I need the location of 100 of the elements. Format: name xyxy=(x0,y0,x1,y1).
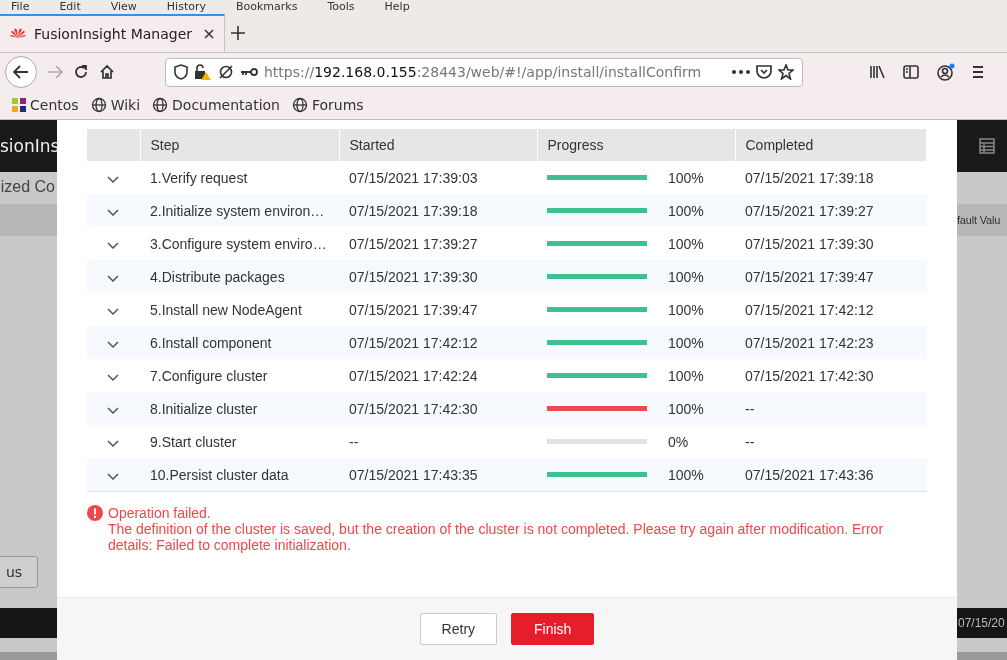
time-cell: 07/15/2021 17:43:35 xyxy=(339,458,537,492)
percent-text: 100% xyxy=(668,202,704,219)
percent-text: 100% xyxy=(668,268,704,285)
star-icon[interactable] xyxy=(778,64,794,80)
column-header: Completed xyxy=(735,129,927,161)
step-cell: 3.Configure system enviro… xyxy=(140,227,339,260)
column-header: Progress xyxy=(537,129,735,161)
time-cell: 07/15/2021 17:42:23 xyxy=(735,326,927,359)
step-cell: 1.Verify request xyxy=(140,161,339,194)
time-cell: 07/15/2021 17:39:27 xyxy=(735,194,927,227)
time-cell: 07/15/2021 17:42:12 xyxy=(735,293,927,326)
bookmark-link[interactable]: Centos xyxy=(30,97,79,113)
percent-text: 100% xyxy=(668,301,704,318)
menu-item[interactable]: Tools xyxy=(327,0,355,14)
tab-title: FusionInsight Manager xyxy=(34,26,194,42)
step-cell: 6.Install component xyxy=(140,326,339,359)
pocket-icon[interactable] xyxy=(756,65,772,79)
menu-item[interactable]: Help xyxy=(384,0,410,14)
error-icon xyxy=(87,505,103,521)
time-cell: 07/15/2021 17:39:30 xyxy=(735,227,927,260)
time-cell: 07/15/2021 17:42:30 xyxy=(339,392,537,425)
time-cell: -- xyxy=(339,425,537,458)
retry-button[interactable]: Retry xyxy=(419,613,498,645)
chevron-down-icon[interactable] xyxy=(107,307,119,315)
error-title: Operation failed. xyxy=(108,505,212,521)
plus-icon[interactable] xyxy=(231,26,245,40)
time-cell: 07/15/2021 17:39:18 xyxy=(735,161,927,194)
time-cell: 07/15/2021 17:39:03 xyxy=(339,161,537,194)
url-text: https://192.168.0.155:28443/web/#!/app/install/installConfirm xyxy=(264,64,703,80)
percent-text: 100% xyxy=(668,466,704,483)
table-icon[interactable] xyxy=(979,138,995,154)
reload-icon[interactable] xyxy=(73,64,89,80)
background-button[interactable]: us xyxy=(0,556,38,588)
chevron-down-icon[interactable] xyxy=(107,208,119,216)
step-cell: 8.Initialize cluster xyxy=(140,392,339,425)
library-icon[interactable] xyxy=(869,65,885,79)
column-header: fault Valu xyxy=(957,214,1001,226)
step-cell: 10.Persist cluster data xyxy=(140,458,339,492)
more-icon[interactable] xyxy=(732,70,750,74)
menu-item[interactable]: View xyxy=(110,0,137,14)
globe-icon xyxy=(292,97,308,113)
time-cell: 07/15/2021 17:42:12 xyxy=(339,326,537,359)
globe-icon xyxy=(152,97,169,113)
percent-text: 100% xyxy=(668,400,704,417)
key-icon xyxy=(240,67,258,77)
chevron-down-icon[interactable] xyxy=(107,274,119,282)
chevron-down-icon[interactable] xyxy=(107,373,119,381)
bookmark-link[interactable]: Wiki xyxy=(110,97,141,113)
time-cell: 07/15/2021 17:39:47 xyxy=(735,260,927,293)
flower-icon xyxy=(12,98,26,112)
percent-text: 100% xyxy=(668,169,704,186)
back-button[interactable] xyxy=(5,56,37,88)
browser-tab[interactable]: FusionInsight Manager xyxy=(0,14,225,52)
error-message: The definition of the cluster is saved, but the creation of the cluster is not completed. Please try again after modification. Error details: Failed to complete initialization. xyxy=(108,521,885,553)
time-cell: 07/15/2021 17:42:30 xyxy=(735,359,927,392)
address-bar[interactable]: https://192.168.0.155:28443/web/#!/app/install/installConfirm xyxy=(165,57,803,87)
bookmark-link[interactable]: Forums xyxy=(312,97,364,113)
chevron-down-icon[interactable] xyxy=(107,241,119,249)
menu-item[interactable]: Edit xyxy=(59,0,81,14)
account-icon[interactable] xyxy=(937,63,955,81)
time-cell: -- xyxy=(735,392,927,425)
column-header: Step xyxy=(140,129,339,161)
time-cell: 07/15/2021 17:42:24 xyxy=(339,359,537,392)
step-cell: 9.Start cluster xyxy=(140,425,339,458)
column-header: Started xyxy=(339,129,537,161)
finish-button[interactable]: Finish xyxy=(511,613,595,645)
menu-item[interactable]: History xyxy=(166,0,206,14)
time-cell: -- xyxy=(735,425,927,458)
back-arrow-icon xyxy=(13,65,29,79)
chevron-down-icon[interactable] xyxy=(107,439,119,447)
time-cell: 07/15/2021 17:39:27 xyxy=(339,227,537,260)
chevron-down-icon[interactable] xyxy=(107,406,119,414)
time-cell: 07/15/2021 17:39:30 xyxy=(339,260,537,293)
lock-warning-icon xyxy=(194,64,212,80)
logo-icon xyxy=(10,27,26,41)
chevron-down-icon[interactable] xyxy=(107,340,119,348)
menu-item[interactable]: File xyxy=(11,0,30,14)
percent-text: 0% xyxy=(668,433,689,450)
step-cell: 4.Distribute packages xyxy=(140,260,339,293)
close-icon[interactable] xyxy=(204,29,214,39)
app-title: sionIns xyxy=(0,136,60,156)
shield-icon xyxy=(174,64,188,80)
percent-text: 100% xyxy=(668,235,704,252)
menu-icon[interactable] xyxy=(973,65,983,79)
time-cell: 07/15/2021 17:43:36 xyxy=(735,458,927,492)
menu-item[interactable]: Bookmarks xyxy=(236,0,298,14)
step-cell: 7.Configure cluster xyxy=(140,359,339,392)
globe-icon xyxy=(90,97,107,113)
chevron-down-icon[interactable] xyxy=(107,472,119,480)
chevron-down-icon[interactable] xyxy=(107,175,119,183)
home-icon[interactable] xyxy=(99,64,115,80)
step-cell: 2.Initialize system environ… xyxy=(140,194,339,227)
sidebar-icon[interactable] xyxy=(903,65,919,79)
bookmark-link[interactable]: Documentation xyxy=(172,97,280,113)
time-cell: 07/15/2021 17:39:47 xyxy=(339,293,537,326)
time-cell: 07/15/2021 17:39:18 xyxy=(339,194,537,227)
page-title: ized Co xyxy=(0,178,55,195)
footer-time: 07/15/20 xyxy=(958,616,1005,630)
step-cell: 5.Install new NodeAgent xyxy=(140,293,339,326)
percent-text: 100% xyxy=(668,334,704,351)
